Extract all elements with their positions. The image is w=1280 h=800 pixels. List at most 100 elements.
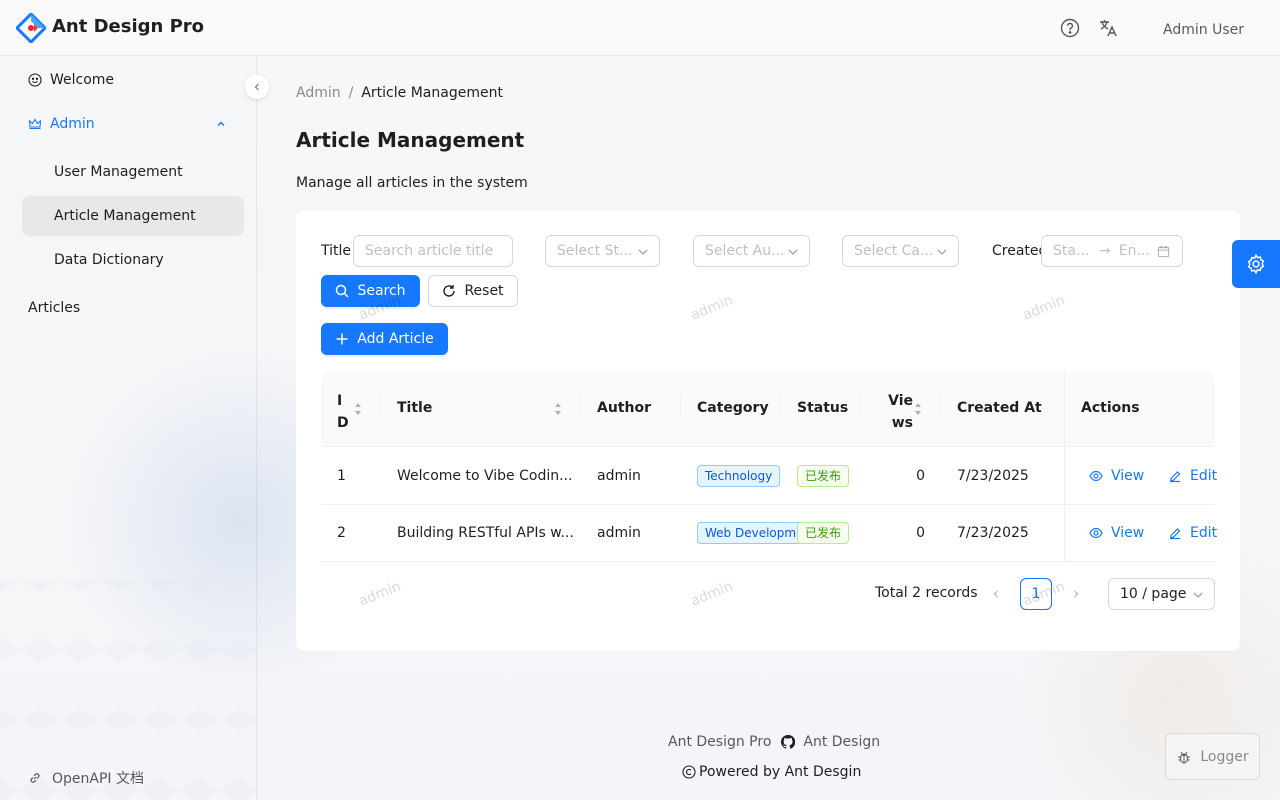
pagination-prev-icon[interactable] — [989, 587, 1003, 601]
sort-icon[interactable] — [354, 402, 362, 416]
footer-links: Ant Design Pro Ant Design — [668, 734, 880, 750]
menu-item-welcome[interactable]: Welcome — [22, 60, 244, 100]
page-size-select[interactable]: 10 / page — [1108, 578, 1215, 610]
category-tag: Technology — [697, 465, 781, 487]
chevron-down-icon — [1193, 592, 1203, 598]
app-brand-title[interactable]: Ant Design Pro — [52, 16, 204, 37]
chevron-up-icon — [217, 121, 225, 127]
reset-button-label: Reset — [464, 283, 504, 299]
bug-icon — [1178, 751, 1191, 764]
settings-drawer-button[interactable] — [1232, 240, 1280, 288]
add-article-button-label: Add Article — [357, 331, 434, 347]
logger-label: Logger — [1200, 748, 1249, 765]
status-select[interactable]: Select St... — [545, 235, 660, 267]
cell-title: Welcome to Vibe Codin... — [397, 468, 573, 484]
menu-item-data-dictionary[interactable]: Data Dictionary — [22, 240, 244, 280]
sort-icon[interactable] — [914, 402, 922, 416]
date-start-placeholder: Sta... — [1053, 243, 1090, 259]
footer-copyright: Powered by Ant Desgin — [682, 764, 861, 780]
chevron-left-icon — [254, 83, 259, 91]
author-select[interactable]: Select Au... — [693, 235, 810, 267]
status-select-placeholder: Select St... — [557, 243, 633, 259]
table-row: 2 Building RESTful APIs w... admin Web D… — [321, 505, 1217, 562]
view-link[interactable]: View — [1089, 525, 1144, 541]
sort-icon[interactable] — [554, 402, 562, 416]
view-link-label: View — [1111, 468, 1145, 484]
edit-link[interactable]: Edit — [1168, 525, 1217, 541]
column-header-title[interactable]: Title — [397, 400, 432, 416]
table-header: ID Title Author Category Status Views Cr… — [321, 371, 1215, 447]
menu-label-admin: Admin — [50, 116, 95, 132]
chevron-down-icon — [638, 249, 648, 255]
view-link-label: View — [1111, 525, 1145, 541]
menu-label-articles: Articles — [28, 300, 81, 316]
column-divider — [580, 395, 581, 417]
search-icon — [336, 284, 349, 298]
calendar-icon — [1157, 245, 1170, 258]
breadcrumb-admin[interactable]: Admin — [296, 85, 341, 101]
category-select-placeholder: Select Ca... — [854, 243, 934, 259]
edit-link[interactable]: Edit — [1168, 468, 1217, 484]
chevron-down-icon — [788, 249, 798, 255]
footer-link-ant-design-pro[interactable]: Ant Design Pro — [668, 734, 771, 750]
edit-link-label: Edit — [1190, 525, 1218, 541]
smile-icon — [28, 73, 42, 87]
menu-item-user-management[interactable]: User Management — [22, 152, 244, 192]
column-divider — [940, 395, 941, 417]
menu-item-articles[interactable]: Articles — [22, 288, 244, 328]
openapi-docs-label: OpenAPI 文档 — [52, 771, 144, 787]
openapi-docs-link[interactable]: OpenAPI 文档 — [28, 768, 144, 788]
menu-label-user-management: User Management — [54, 164, 183, 180]
current-user-name[interactable]: Admin User — [1163, 22, 1244, 38]
column-header-status: Status — [797, 400, 849, 416]
cell-author: admin — [597, 525, 641, 541]
menu-label-data-dictionary: Data Dictionary — [54, 252, 164, 268]
cell-id: 1 — [337, 468, 346, 484]
author-select-placeholder: Select Au... — [705, 243, 785, 259]
page-size-value: 10 / page — [1120, 586, 1187, 602]
page-title: Article Management — [296, 128, 525, 152]
cell-created-at: 7/23/2025 — [957, 468, 1029, 484]
view-link[interactable]: View — [1089, 468, 1144, 484]
fixed-column-shadow — [1064, 371, 1065, 561]
column-header-id[interactable]: ID — [337, 390, 349, 434]
sidebar-collapse-button[interactable] — [245, 75, 269, 99]
crown-icon — [28, 117, 42, 131]
menu-item-admin[interactable]: Admin — [22, 104, 244, 144]
search-button[interactable]: Search — [321, 275, 420, 307]
menu-item-article-management[interactable]: Article Management — [22, 196, 244, 236]
translate-icon[interactable] — [1098, 18, 1118, 38]
column-header-author: Author — [597, 400, 651, 416]
column-divider — [780, 395, 781, 417]
github-icon[interactable] — [781, 735, 796, 749]
footer-link-ant-design[interactable]: Ant Design — [803, 734, 880, 750]
column-header-category: Category — [697, 400, 769, 416]
menu-label-welcome: Welcome — [50, 72, 115, 88]
column-header-created-at: Created At — [957, 400, 1042, 416]
menu-label-article-management: Article Management — [54, 208, 196, 224]
footer-copyright-text: Powered by Ant Desgin — [699, 764, 862, 780]
created-date-range-picker[interactable]: Sta... → En... — [1041, 235, 1183, 267]
page-description: Manage all articles in the system — [296, 175, 528, 191]
column-divider — [680, 395, 681, 417]
ant-design-logo-icon[interactable] — [16, 13, 46, 43]
reset-button[interactable]: Reset — [428, 275, 518, 307]
side-menu: Welcome Admin User Management Article Ma… — [0, 56, 257, 800]
title-search-input[interactable]: Search article title — [353, 235, 513, 267]
cell-id: 2 — [337, 525, 346, 541]
edit-icon — [1170, 471, 1181, 483]
column-header-views[interactable]: Views — [883, 390, 913, 434]
column-divider — [380, 395, 381, 417]
pagination-page-1[interactable]: 1 — [1020, 578, 1052, 610]
add-article-button[interactable]: Add Article — [321, 323, 448, 355]
link-icon — [30, 773, 40, 783]
pagination-next-icon[interactable] — [1069, 587, 1083, 601]
category-select[interactable]: Select Ca... — [842, 235, 959, 267]
table-row: 1 Welcome to Vibe Codin... admin Technol… — [321, 448, 1217, 505]
help-icon[interactable] — [1060, 18, 1080, 38]
breadcrumb-current: Article Management — [361, 85, 503, 101]
title-search-placeholder: Search article title — [365, 243, 494, 259]
logger-button[interactable]: Logger — [1165, 733, 1260, 780]
breadcrumb-separator: / — [348, 85, 354, 101]
date-range-arrow-icon: → — [1099, 243, 1111, 259]
